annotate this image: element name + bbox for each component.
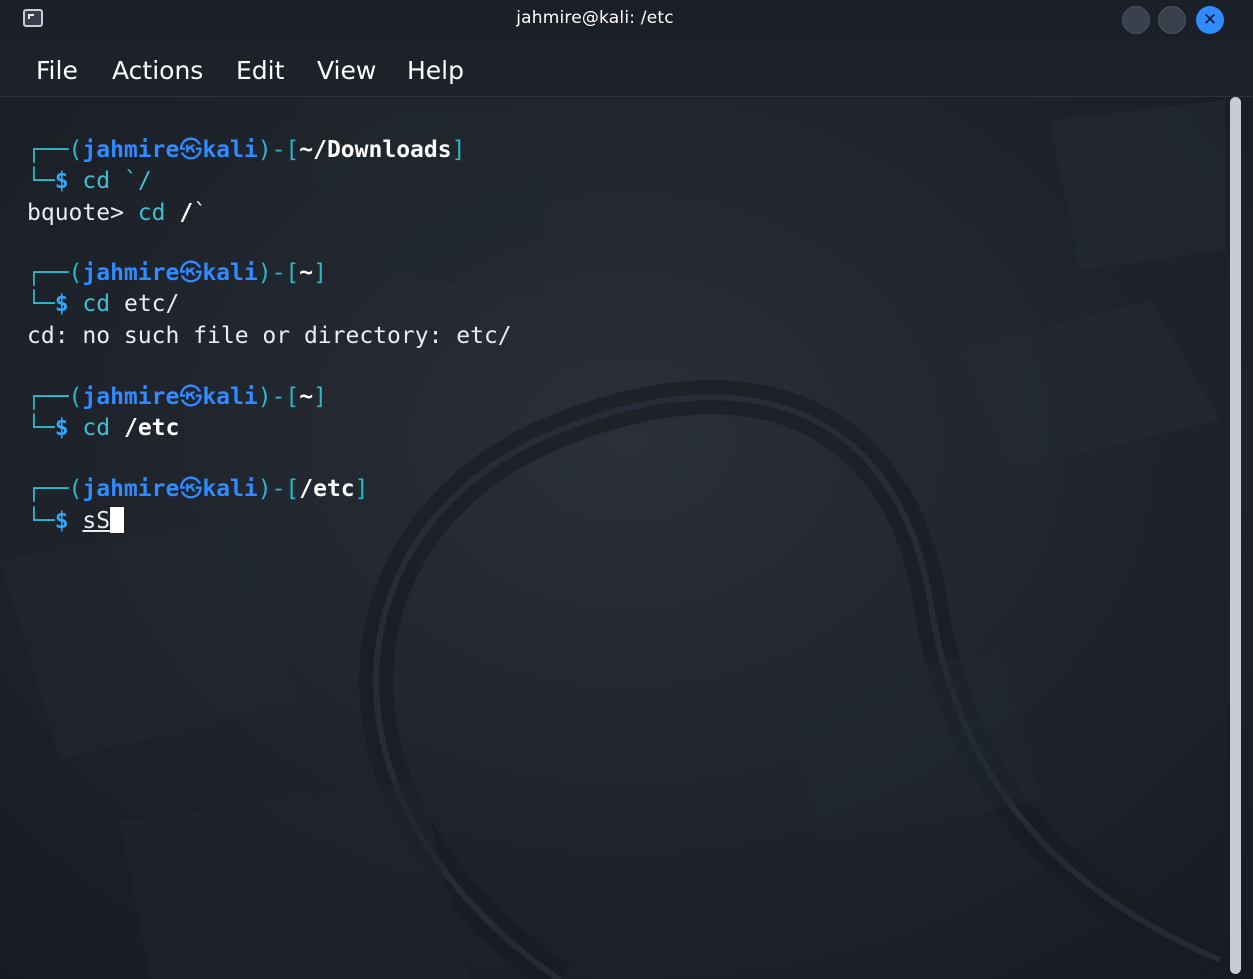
maximize-button[interactable]: [1158, 6, 1186, 34]
prompt-dollar: $: [54, 508, 69, 534]
command-name: cd: [82, 291, 111, 317]
command-line: └─$ cd `/: [27, 168, 152, 194]
prompt-host: kali: [202, 476, 258, 502]
close-button[interactable]: ✕: [1196, 6, 1224, 34]
active-command-line[interactable]: └─$ sS: [27, 506, 125, 536]
minimize-button[interactable]: [1122, 6, 1150, 34]
command-args: /etc: [123, 415, 180, 441]
prompt-line: ┌──(jahmire㉿kali)-[~/Downloads]: [27, 137, 466, 163]
prompt-dollar: $: [54, 168, 69, 194]
command-line: └─$ cd etc/: [27, 291, 180, 317]
prompt-line: ┌──(jahmire㉿kali)-[~]: [27, 384, 327, 410]
menu-edit[interactable]: Edit: [236, 56, 284, 85]
command-name: cd: [82, 415, 111, 441]
prompt-host: kali: [202, 384, 258, 410]
command-args: etc/: [123, 291, 180, 317]
kali-skull-icon: ㉿: [179, 476, 203, 502]
prompt-line: ┌──(jahmire㉿kali)-[~]: [27, 260, 327, 286]
prompt-user: jahmire: [82, 260, 180, 286]
terminal-output[interactable]: ┌──(jahmire㉿kali)-[~/Downloads] └─$ cd `…: [0, 97, 1224, 979]
title-bar[interactable]: jahmire@kali: /etc ✕: [0, 0, 1253, 44]
prompt-path: /etc: [299, 476, 355, 502]
prompt-line: ┌──(jahmire㉿kali)-[/etc]: [27, 476, 369, 502]
prompt-user: jahmire: [82, 137, 180, 163]
command-name: cd: [82, 168, 111, 194]
command-args: `/: [123, 168, 152, 194]
close-icon: ✕: [1202, 10, 1218, 30]
kali-skull-icon: ㉿: [179, 384, 203, 410]
menu-bar: File Actions Edit View Help: [0, 44, 1253, 97]
menu-actions[interactable]: Actions: [112, 56, 203, 85]
text-cursor: [110, 507, 125, 533]
command-line: └─$ cd /etc: [27, 415, 180, 441]
window-title: jahmire@kali: /etc: [516, 8, 674, 28]
kali-skull-icon: ㉿: [179, 137, 203, 163]
error-message: cd: no such file or directory: etc/: [27, 323, 512, 349]
menu-file[interactable]: File: [36, 56, 78, 85]
scrollbar[interactable]: [1227, 97, 1253, 979]
bquote-line: bquote> cd /`: [27, 200, 208, 226]
prompt-user: jahmire: [82, 384, 180, 410]
prompt-path: ~/Downloads: [299, 137, 452, 163]
prompt-path: ~: [299, 260, 314, 286]
prompt-host: kali: [202, 137, 258, 163]
prompt-path: ~: [299, 384, 314, 410]
prompt-dollar: $: [54, 291, 69, 317]
terminal-window: jahmire@kali: /etc ✕ File Actions Edit V…: [0, 0, 1253, 979]
prompt-host: kali: [202, 260, 258, 286]
typed-input[interactable]: sS: [82, 508, 110, 534]
menu-help[interactable]: Help: [407, 56, 464, 85]
prompt-dollar: $: [54, 415, 69, 441]
prompt-user: jahmire: [82, 476, 180, 502]
menu-view[interactable]: View: [317, 56, 376, 85]
scrollbar-thumb[interactable]: [1230, 97, 1241, 974]
kali-skull-icon: ㉿: [179, 260, 203, 286]
